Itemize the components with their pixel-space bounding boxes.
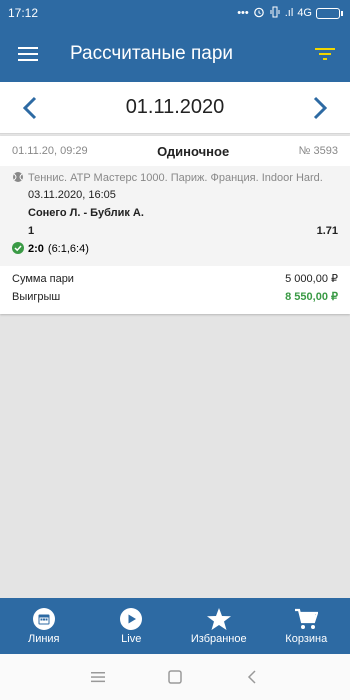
event-teams: Сонего Л. - Бублик А. <box>28 207 144 219</box>
bet-type: Одиночное <box>157 143 230 159</box>
hamburger-menu-icon[interactable] <box>0 26 56 82</box>
bet-created-datetime: 01.11.20, 09:29 <box>12 145 88 157</box>
page-title: Рассчитаные пари <box>70 43 233 64</box>
cart-icon <box>295 608 319 629</box>
nav-label-favorites: Избранное <box>190 632 247 645</box>
bet-totals: Сумма пари 5 000,00 ₽ Выигрыш 8 550,00 ₽ <box>0 266 350 310</box>
recent-apps-button[interactable] <box>78 657 118 697</box>
event-result-row: 2:0 (6:1,6:4) <box>12 240 338 258</box>
win-label: Выигрыш <box>12 291 61 303</box>
nav-item-cart[interactable]: Корзина <box>263 598 350 654</box>
status-time: 17:12 <box>8 6 39 20</box>
status-icons: ••• .ıl 4G <box>237 6 343 21</box>
play-icon <box>120 607 143 630</box>
home-button[interactable] <box>155 657 195 697</box>
bottom-navigation: Линия Live Избранное Корзина <box>0 598 350 654</box>
network-label: 4G <box>297 7 312 19</box>
next-date-button[interactable] <box>290 82 350 134</box>
event-league: Теннис. ATP Мастерс 1000. Париж. Франция… <box>28 172 323 184</box>
back-button[interactable] <box>232 657 272 697</box>
square-icon <box>168 670 182 684</box>
event-score-details: (6:1,6:4) <box>47 243 89 255</box>
nav-label-line: Линия <box>27 632 60 645</box>
app-bar: Рассчитаные пари <box>0 26 350 82</box>
nav-item-favorites[interactable]: Избранное <box>175 598 263 654</box>
stake-label: Сумма пари <box>12 273 74 285</box>
previous-date-button[interactable] <box>0 82 60 134</box>
event-pick: 1 <box>28 225 35 237</box>
bet-card[interactable]: 01.11.20, 09:29 Одиночное № 3593 Теннис.… <box>0 136 350 314</box>
calendar-icon <box>32 607 55 630</box>
event-pick-row: 1 1.71 <box>12 222 338 240</box>
tennis-ball-icon <box>12 171 24 186</box>
stake-row: Сумма пари 5 000,00 ₽ <box>12 270 338 288</box>
nav-label-cart: Корзина <box>285 632 328 645</box>
bet-number: № 3593 <box>298 145 338 157</box>
filter-icon[interactable] <box>300 26 350 82</box>
alarm-icon <box>253 6 265 21</box>
battery-icon <box>316 7 343 19</box>
dots-icon: ••• <box>237 7 249 19</box>
nav-item-line[interactable]: Линия <box>0 598 88 654</box>
status-bar: 17:12 ••• .ıl 4G <box>0 0 350 26</box>
star-icon <box>206 607 231 630</box>
nav-label-live: Live <box>121 632 142 645</box>
event-league-row: Теннис. ATP Мастерс 1000. Париж. Франция… <box>12 170 338 186</box>
nav-item-live[interactable]: Live <box>88 598 176 654</box>
bet-event: Теннис. ATP Мастерс 1000. Париж. Франция… <box>0 166 350 266</box>
system-navigation-bar <box>0 654 350 700</box>
event-datetime: 03.11.2020, 16:05 <box>28 189 116 201</box>
event-score: 2:0 <box>28 243 44 255</box>
win-row: Выигрыш 8 550,00 ₽ <box>12 288 338 306</box>
win-value: 8 550,00 ₽ <box>285 291 338 303</box>
chevron-right-icon <box>313 96 327 119</box>
stake-value: 5 000,00 ₽ <box>285 273 338 285</box>
date-navigator: 01.11.2020 <box>0 82 350 134</box>
menu-lines-icon <box>91 672 106 683</box>
chevron-left-icon <box>23 96 37 119</box>
back-arrow-icon <box>247 670 256 684</box>
check-circle-icon <box>12 241 24 257</box>
bet-card-header: 01.11.20, 09:29 Одиночное № 3593 <box>0 136 350 166</box>
vibrate-icon <box>269 6 281 21</box>
current-date: 01.11.2020 <box>125 96 225 118</box>
signal-icon: .ıl <box>284 7 294 19</box>
event-odds: 1.71 <box>316 225 338 237</box>
